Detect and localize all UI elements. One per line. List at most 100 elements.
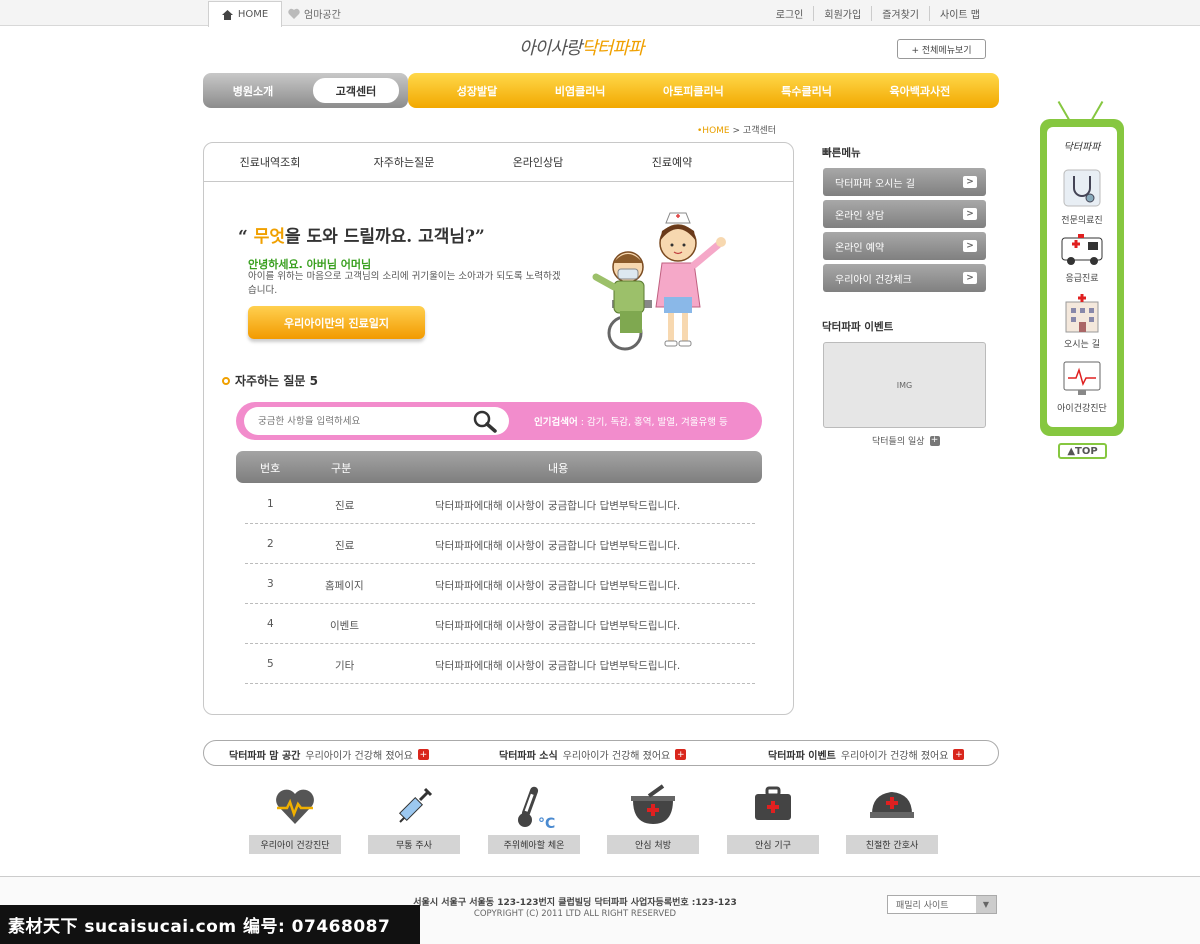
quick-label: 우리아이 건강체크 (835, 274, 912, 286)
quick-healthcheck-button[interactable]: 우리아이 건강체크 > (823, 264, 986, 292)
ambulance-icon (1061, 234, 1103, 265)
gnb-rhinitis[interactable]: 비염클리닉 (555, 83, 606, 99)
plus-icon[interactable]: + (675, 749, 687, 760)
event-image[interactable]: IMG (823, 342, 986, 428)
headline-highlight: 무엇 (253, 227, 285, 247)
faq-table-header: 번호 구분 내용 (236, 451, 762, 483)
tab-reservation[interactable]: 진료예약 (605, 154, 739, 170)
band-title: 닥터파파 맘 공간 (229, 751, 301, 762)
quick-directions-button[interactable]: 닥터파파 오시는 길 > (823, 168, 986, 196)
row-no: 2 (267, 538, 274, 550)
table-row[interactable]: 3 홈페이지 닥터파파에대해 이사항이 궁금합니다 답변부탁드립니다. (245, 564, 755, 604)
gnb-encyclopedia[interactable]: 육아백과사전 (889, 83, 950, 99)
table-row[interactable]: 5 기타 닥터파파에대해 이사항이 궁금합니다 답변부탁드립니다. (245, 644, 755, 684)
top-utility-bar (0, 0, 1200, 26)
nurse-patient-illustration (592, 212, 726, 351)
daily-label: 닥터들의 일상 (872, 437, 925, 447)
home-tab[interactable]: HOME (208, 1, 282, 27)
service-label: 주위헤아할 체온 (488, 835, 580, 854)
bookmark-link[interactable]: 즐겨찾기 (871, 6, 929, 21)
row-category: 진료 (335, 540, 355, 552)
sitemap-link[interactable]: 사이트 맵 (929, 6, 990, 21)
gnb-special[interactable]: 특수클리닉 (781, 83, 832, 99)
row-content[interactable]: 닥터파파에대해 이사항이 궁금합니다 답변부탁드립니다. (435, 538, 680, 553)
first-aid-kit-icon (755, 786, 791, 820)
service-temperature[interactable]: °C 주위헤아할 체온 (488, 784, 580, 854)
service-label: 안심 기구 (727, 835, 819, 854)
syringe-icon (398, 787, 433, 823)
login-link[interactable]: 로그인 (766, 6, 814, 21)
row-content[interactable]: 닥터파파에대해 이사항이 궁금합니다 답변부탁드립니다. (435, 578, 680, 593)
quick-consult-button[interactable]: 온라인 상담 > (823, 200, 986, 228)
family-site-select[interactable]: 패밀리 사이트 ▼ (887, 895, 997, 914)
headline: “ 무엇을 도와 드릴까요. 고객님?” (238, 222, 485, 247)
tab-faq[interactable]: 자주하는질문 (337, 154, 471, 170)
popular-terms[interactable]: : 감기, 독감, 홍역, 발열, 겨울유행 등 (578, 417, 728, 428)
breadcrumb-home[interactable]: •HOME (697, 126, 730, 136)
search-input[interactable] (244, 407, 509, 435)
all-menu-button[interactable]: + 전체메뉴보기 (897, 39, 986, 59)
side-doctors-link[interactable]: 전문의료진 (1047, 166, 1117, 226)
service-painless-shot[interactable]: 무통 주사 (368, 784, 460, 854)
quick-label: 온라인 예약 (835, 242, 885, 254)
band-news[interactable]: 닥터파파 소식 우리아이가 건강해 졌어요 + (499, 747, 687, 762)
top-button[interactable]: ▲TOP (1058, 443, 1107, 459)
gnb-customer-center[interactable]: 고객센터 (313, 78, 399, 103)
side-item-label: 응급진료 (1065, 274, 1099, 284)
side-emergency-link[interactable]: 응급진료 (1047, 232, 1117, 284)
row-category: 기타 (335, 660, 355, 672)
logo-part-1: 아이사랑 (519, 38, 582, 59)
join-link[interactable]: 회원가입 (813, 6, 871, 21)
header-no: 번호 (260, 462, 281, 475)
mom-space-label: 엄마공간 (304, 10, 341, 21)
gnb-growth[interactable]: 성장발달 (457, 83, 497, 99)
event-title: 닥터파파 이벤트 (822, 321, 894, 333)
gnb-hospital-intro[interactable]: 병원소개 (203, 73, 303, 108)
arrow-right-icon: > (963, 240, 977, 252)
row-no: 3 (267, 578, 274, 590)
row-content[interactable]: 닥터파파에대해 이사항이 궁금합니다 답변부탁드립니다. (435, 618, 680, 633)
gnb-clinic-menu: 성장발달 비염클리닉 아토피클리닉 특수클리닉 육아백과사전 (408, 73, 999, 108)
band-title: 닥터파파 이벤트 (768, 751, 836, 762)
heart-pulse-icon (276, 789, 314, 824)
headline-rest: 을 도와 드릴까요. 고객님?” (284, 227, 485, 247)
diary-button[interactable]: 우리아이만의 진료일지 (248, 306, 425, 339)
side-checkup-link[interactable]: 아이건강진단 (1047, 358, 1117, 414)
row-content[interactable]: 닥터파파에대해 이사항이 궁금합니다 답변부탁드립니다. (435, 498, 680, 513)
row-no: 5 (267, 658, 274, 670)
heart-monitor-icon (1063, 361, 1101, 395)
quick-menu-title: 빠른메뉴 (822, 147, 861, 159)
quick-reserve-button[interactable]: 온라인 예약 > (823, 232, 986, 260)
band-desc: 우리아이가 건강해 졌어요 (305, 751, 413, 762)
band-event[interactable]: 닥터파파 이벤트 우리아이가 건강해 졌어요 + (768, 747, 965, 762)
mortar-bowl-icon (631, 784, 675, 824)
tab-history[interactable]: 진료내역조회 (203, 154, 337, 170)
logo-part-2: 닥터파파 (581, 38, 644, 59)
faq-title: 자주하는 질문 5 (222, 372, 318, 389)
popular-keywords: 인기검색어 : 감기, 독감, 홍역, 발열, 겨울유행 등 (534, 414, 728, 428)
service-nurse[interactable]: 친절한 간호사 (846, 784, 938, 854)
table-row[interactable]: 1 진료 닥터파파에대해 이사항이 궁금합니다 답변부탁드립니다. (245, 484, 755, 524)
mom-space-link[interactable]: 엄마공간 (288, 6, 341, 21)
plus-icon[interactable]: + (417, 749, 429, 760)
table-row[interactable]: 2 진료 닥터파파에대해 이사항이 궁금합니다 답변부탁드립니다. (245, 524, 755, 564)
tab-online-consult[interactable]: 온라인상담 (471, 154, 605, 170)
search-icon[interactable] (472, 409, 498, 433)
band-mom-space[interactable]: 닥터파파 맘 공간 우리아이가 건강해 졌어요 + (229, 747, 429, 762)
quick-label: 온라인 상담 (835, 210, 885, 222)
service-equipment[interactable]: 안심 기구 (727, 784, 819, 854)
gnb-atopy[interactable]: 아토피클리닉 (663, 83, 724, 99)
side-directions-link[interactable]: 오시는 길 (1047, 294, 1117, 350)
doctor-daily-link[interactable]: 닥터들의 일상 + (872, 434, 940, 447)
family-site-label: 패밀리 사이트 (896, 901, 949, 911)
service-prescription[interactable]: 안심 처방 (607, 784, 699, 854)
service-label: 무통 주사 (368, 835, 460, 854)
stethoscope-icon (1063, 169, 1101, 207)
home-tab-label: HOME (237, 9, 269, 20)
row-content[interactable]: 닥터파파에대해 이사항이 궁금합니다 답변부탁드립니다. (435, 658, 680, 673)
plus-icon[interactable]: + (953, 749, 965, 760)
table-row[interactable]: 4 이벤트 닥터파파에대해 이사항이 궁금합니다 답변부탁드립니다. (245, 604, 755, 644)
popular-label: 인기검색어 (534, 417, 578, 428)
service-checkup[interactable]: 우리아이 건강진단 (249, 784, 341, 854)
site-logo[interactable]: 아이사랑닥터파파 (519, 34, 645, 60)
